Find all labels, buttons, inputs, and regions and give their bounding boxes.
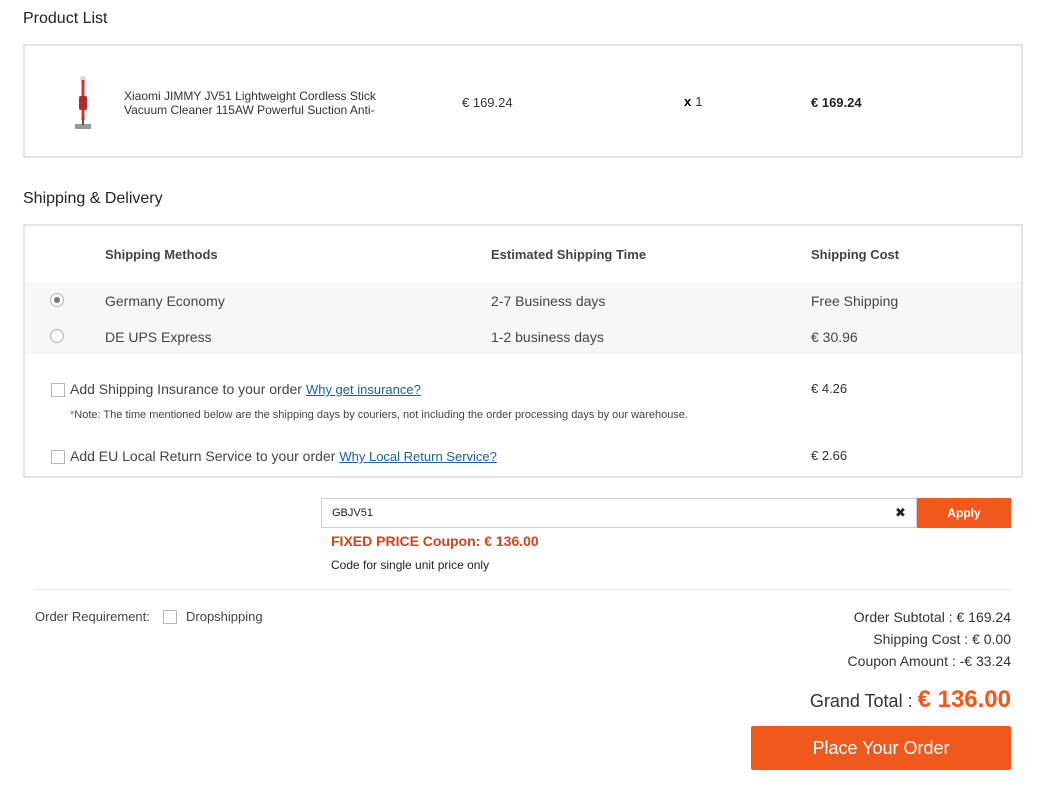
dropshipping-label: Dropshipping	[186, 609, 263, 624]
why-return-service-link[interactable]: Why Local Return Service?	[339, 449, 497, 464]
return-service-price: € 2.66	[811, 448, 848, 463]
apply-coupon-button[interactable]: Apply	[917, 498, 1011, 528]
shipping-note: *Note: The time mentioned below are the …	[70, 409, 688, 421]
method-name: Germany Economy	[105, 293, 225, 309]
coupon-code-input[interactable]	[321, 498, 917, 528]
insurance-price: € 4.26	[811, 381, 848, 396]
product-unit-price: € 169.24	[462, 95, 513, 110]
method-cost: Free Shipping	[811, 293, 899, 309]
return-service-option: Add EU Local Return Service to your orde…	[70, 448, 497, 464]
divider	[34, 589, 1011, 590]
header-shipping-cost: Shipping Cost	[811, 247, 900, 262]
quantity-multiply-sign: x	[684, 94, 692, 109]
coupon-amount: Coupon Amount : -€ 33.24	[847, 653, 1011, 669]
shipping-methods-list: Germany Economy 2-7 Business days Free S…	[25, 282, 1021, 354]
method-time: 1-2 business days	[491, 329, 604, 345]
radio-de-ups-express[interactable]	[50, 329, 64, 343]
coupon-message: FIXED PRICE Coupon: € 136.00	[331, 533, 539, 549]
return-service-label: Add EU Local Return Service to your orde…	[70, 448, 336, 464]
insurance-label: Add Shipping Insurance to your order	[70, 381, 302, 397]
product-list-title: Product List	[23, 10, 108, 27]
shipping-cost-summary: Shipping Cost : € 0.00	[873, 631, 1011, 647]
method-time: 2-7 Business days	[491, 293, 606, 309]
shipping-method-row[interactable]: Germany Economy 2-7 Business days Free S…	[25, 282, 1021, 318]
why-insurance-link[interactable]: Why get insurance?	[306, 382, 421, 397]
insurance-option: Add Shipping Insurance to your order Why …	[70, 381, 421, 397]
clear-icon[interactable]: ✖	[895, 505, 906, 521]
grand-total-label: Grand Total :	[809, 691, 918, 711]
shipping-method-row[interactable]: DE UPS Express 1-2 business days € 30.96	[25, 318, 1021, 354]
insurance-checkbox[interactable]	[51, 383, 65, 397]
product-name[interactable]: Xiaomi JIMMY JV51 Lightweight Cordless S…	[124, 89, 394, 117]
place-order-button[interactable]: Place Your Order	[751, 726, 1011, 770]
shipping-delivery-title: Shipping & Delivery	[23, 190, 163, 207]
return-service-checkbox[interactable]	[51, 450, 65, 464]
radio-germany-economy[interactable]	[50, 293, 64, 307]
order-requirement-label: Order Requirement:	[35, 609, 150, 624]
order-subtotal: Order Subtotal : € 169.24	[853, 609, 1011, 625]
method-name: DE UPS Express	[105, 329, 212, 345]
product-total-price: € 169.24	[811, 95, 862, 110]
quantity-value: 1	[695, 94, 703, 109]
product-quantity: x1	[684, 94, 702, 109]
product-list-box: Xiaomi JIMMY JV51 Lightweight Cordless S…	[23, 44, 1023, 158]
grand-total-value: € 136.00	[917, 686, 1011, 713]
note-text: Note: The time mentioned below are the s…	[74, 409, 688, 421]
header-shipping-methods: Shipping Methods	[105, 247, 218, 262]
method-cost: € 30.96	[811, 329, 858, 345]
coupon-note: Code for single unit price only	[331, 558, 490, 572]
dropshipping-checkbox[interactable]	[163, 610, 177, 624]
shipping-box: Shipping Methods Estimated Shipping Time…	[23, 224, 1023, 478]
header-estimated-time: Estimated Shipping Time	[491, 247, 647, 262]
vacuum-cleaner-icon[interactable]	[71, 74, 95, 134]
grand-total: Grand Total : € 136.00	[810, 686, 1011, 714]
